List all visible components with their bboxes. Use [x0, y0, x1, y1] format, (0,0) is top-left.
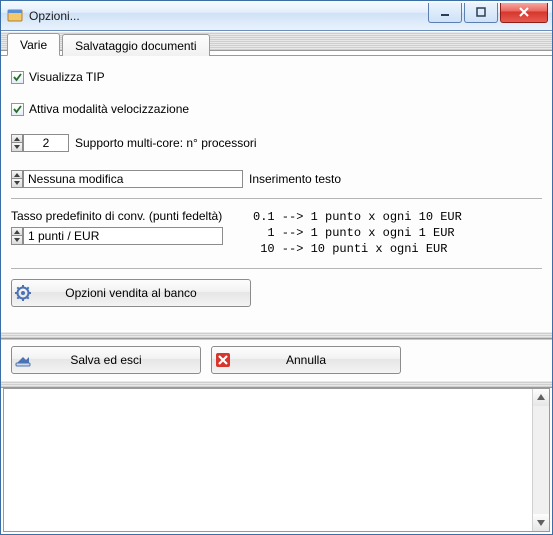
- app-icon: [7, 8, 23, 24]
- opzioni-vendita-button[interactable]: Opzioni vendita al banco: [11, 279, 251, 307]
- label-visualizza-tip: Visualizza TIP: [29, 70, 105, 84]
- separator-2: [11, 268, 542, 269]
- save-label: Salva ed esci: [34, 353, 200, 367]
- row-tasso: Tasso predefinito di conv. (punti fedelt…: [11, 209, 542, 258]
- row-attiva-velocizzazione: Attiva modalità velocizzazione: [11, 102, 542, 116]
- tasso-help-text: 0.1 --> 1 punto x ogni 10 EUR 1 --> 1 pu…: [253, 209, 462, 258]
- multicore-spin-up[interactable]: [11, 134, 23, 143]
- multicore-spinner: [11, 134, 23, 152]
- inserimento-input[interactable]: [23, 170, 243, 188]
- inserimento-spin-up[interactable]: [11, 170, 23, 179]
- checkbox-visualizza-tip[interactable]: [11, 71, 24, 84]
- scroll-down-button[interactable]: [533, 514, 549, 531]
- minimize-button[interactable]: [428, 3, 462, 23]
- gear-icon: [12, 285, 34, 301]
- row-multicore: Supporto multi-core: n° processori: [11, 134, 542, 152]
- separator-1: [11, 198, 542, 199]
- options-window: Opzioni... Varie Salvataggio documenti V…: [0, 0, 553, 535]
- log-textarea[interactable]: [3, 388, 550, 532]
- cancel-button[interactable]: Annulla: [211, 346, 401, 374]
- row-inserimento: Inserimento testo: [11, 170, 542, 188]
- checkbox-attiva-velocizzazione[interactable]: [11, 103, 24, 116]
- label-multicore: Supporto multi-core: n° processori: [75, 136, 257, 150]
- tab-salvataggio-label: Salvataggio documenti: [75, 39, 196, 53]
- tab-content-varie: Visualizza TIP Attiva modalità velocizza…: [1, 55, 552, 331]
- log-scrollbar[interactable]: [532, 389, 549, 531]
- tab-varie-label: Varie: [20, 38, 47, 52]
- tab-bar: Varie Salvataggio documenti: [1, 31, 552, 55]
- save-button[interactable]: Salva ed esci: [11, 346, 201, 374]
- label-tasso: Tasso predefinito di conv. (punti fedelt…: [11, 209, 223, 223]
- window-title: Opzioni...: [29, 9, 428, 23]
- tasso-spin-down[interactable]: [11, 236, 23, 245]
- row-visualizza-tip: Visualizza TIP: [11, 70, 542, 84]
- label-attiva-velocizzazione: Attiva modalità velocizzazione: [29, 102, 189, 116]
- tasso-spin-up[interactable]: [11, 227, 23, 236]
- label-inserimento: Inserimento testo: [249, 172, 341, 186]
- close-button[interactable]: [500, 3, 548, 23]
- title-bar: Opzioni...: [1, 1, 552, 31]
- cancel-icon: [212, 352, 234, 368]
- inserimento-spinner: [11, 170, 23, 188]
- save-icon: [12, 352, 34, 368]
- multicore-spin-down[interactable]: [11, 143, 23, 152]
- opzioni-vendita-label: Opzioni vendita al banco: [34, 286, 250, 300]
- tab-salvataggio[interactable]: Salvataggio documenti: [62, 34, 209, 56]
- action-bar: Salva ed esci Annulla: [1, 339, 552, 380]
- cancel-label: Annulla: [234, 353, 400, 367]
- window-controls: [428, 3, 548, 23]
- tasso-spinner: [11, 227, 23, 245]
- multicore-input[interactable]: [23, 134, 69, 152]
- tasso-input[interactable]: [23, 227, 223, 245]
- separator-metal-1: [1, 331, 552, 339]
- scroll-up-button[interactable]: [533, 389, 549, 406]
- inserimento-spin-down[interactable]: [11, 179, 23, 188]
- maximize-button[interactable]: [464, 3, 498, 23]
- tab-varie[interactable]: Varie: [7, 33, 60, 56]
- separator-metal-2: [1, 380, 552, 388]
